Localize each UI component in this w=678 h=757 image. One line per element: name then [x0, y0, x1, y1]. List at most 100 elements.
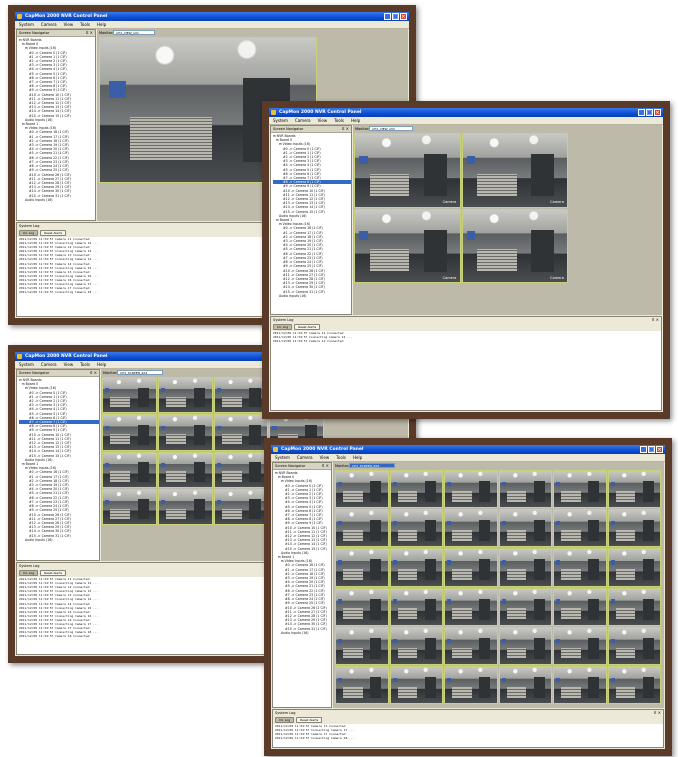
camera-view[interactable]	[102, 414, 157, 451]
menu-tools[interactable]: Tools	[80, 22, 90, 27]
camera-view[interactable]	[607, 470, 661, 509]
camera-view[interactable]	[607, 626, 661, 665]
close-button[interactable]: ×	[654, 109, 661, 116]
camera-view[interactable]: Camera	[354, 133, 461, 208]
camera-view[interactable]	[335, 587, 389, 626]
close-button[interactable]: ×	[656, 446, 663, 453]
camera-view[interactable]	[335, 470, 389, 509]
camera-view[interactable]: Camera	[461, 133, 568, 208]
camera-view[interactable]	[213, 377, 269, 414]
monitor-select[interactable]: CH1_VIEW_2X2	[369, 126, 413, 131]
camera-view[interactable]	[213, 488, 269, 525]
camera-view[interactable]	[553, 509, 607, 548]
navigator-pin-icon[interactable]: ¤ ×	[86, 30, 93, 36]
menu-tools[interactable]: Tools	[336, 455, 346, 460]
camera-view[interactable]	[335, 548, 389, 587]
menu-help[interactable]: Help	[351, 118, 360, 123]
camera-view[interactable]	[444, 665, 498, 704]
minimize-button[interactable]: _	[384, 13, 391, 20]
camera-view[interactable]	[157, 414, 213, 451]
menu-view[interactable]: View	[64, 22, 74, 27]
camera-view[interactable]	[102, 488, 157, 525]
camera-view[interactable]	[389, 665, 443, 704]
clear-log-button[interactable]: Clr. Log	[19, 230, 39, 236]
camera-view[interactable]	[444, 548, 498, 587]
menu-system[interactable]: System	[273, 118, 288, 123]
title-bar[interactable]: CapMon 2000 NVR Control Panel _□×	[269, 108, 663, 117]
menu-view[interactable]: View	[320, 455, 330, 460]
camera-view[interactable]	[213, 414, 269, 451]
camera-view[interactable]	[498, 470, 552, 509]
log-pin-icon[interactable]: ¤ ×	[652, 317, 659, 323]
tree-node-audio-inputs[interactable]: Audio Inputs (16)	[273, 294, 351, 298]
log-pin-icon[interactable]: ¤ ×	[654, 710, 661, 716]
monitor-select[interactable]: CH1_SCREEN_4X4	[117, 370, 163, 375]
camera-view[interactable]	[498, 509, 552, 548]
camera-view[interactable]	[607, 548, 661, 587]
camera-view[interactable]	[213, 451, 269, 488]
camera-view[interactable]	[607, 587, 661, 626]
tree-node-audio-inputs[interactable]: Audio Inputs (16)	[19, 538, 99, 542]
menu-help[interactable]: Help	[97, 22, 106, 27]
camera-view[interactable]	[157, 377, 213, 414]
reset-alerts-button[interactable]: Reset Alerts	[296, 717, 323, 723]
maximize-button[interactable]: □	[392, 13, 399, 20]
camera-view[interactable]	[389, 548, 443, 587]
camera-view[interactable]	[102, 451, 157, 488]
camera-view[interactable]	[553, 626, 607, 665]
menu-tools[interactable]: Tools	[80, 362, 90, 367]
camera-view[interactable]	[389, 470, 443, 509]
close-button[interactable]: ×	[400, 13, 407, 20]
title-bar[interactable]: CapMon 2000 NVR Control Panel _□×	[15, 12, 409, 21]
camera-view[interactable]	[157, 488, 213, 525]
camera-view[interactable]	[335, 509, 389, 548]
menu-help[interactable]: Help	[353, 455, 362, 460]
minimize-button[interactable]: _	[640, 446, 647, 453]
camera-view[interactable]	[444, 509, 498, 548]
menu-help[interactable]: Help	[97, 362, 106, 367]
menu-system[interactable]: System	[19, 362, 34, 367]
camera-view[interactable]	[157, 451, 213, 488]
menu-system[interactable]: System	[275, 455, 290, 460]
camera-view[interactable]	[444, 626, 498, 665]
menu-camera[interactable]: Camera	[41, 22, 57, 27]
clear-log-button[interactable]: Clr. Log	[275, 717, 295, 723]
clear-log-button[interactable]: Clr. Log	[273, 324, 293, 330]
menu-tools[interactable]: Tools	[334, 118, 344, 123]
camera-view[interactable]	[389, 509, 443, 548]
camera-view[interactable]	[498, 587, 552, 626]
maximize-button[interactable]: □	[648, 446, 655, 453]
camera-view[interactable]	[389, 587, 443, 626]
camera-view[interactable]	[498, 665, 552, 704]
camera-view[interactable]	[553, 470, 607, 509]
menu-camera[interactable]: Camera	[41, 362, 57, 367]
minimize-button[interactable]: _	[638, 109, 645, 116]
camera-view[interactable]: Camera	[461, 208, 568, 283]
camera-view[interactable]	[335, 665, 389, 704]
camera-view[interactable]	[607, 665, 661, 704]
title-bar[interactable]: CapMon 2000 NVR Control Panel _□×	[271, 445, 665, 454]
camera-view[interactable]	[498, 548, 552, 587]
clear-log-button[interactable]: Clr. Log	[19, 570, 39, 576]
camera-view[interactable]	[444, 470, 498, 509]
monitor-select[interactable]: CH1_VIEW_1X1	[113, 30, 155, 35]
camera-view[interactable]	[335, 626, 389, 665]
navigator-pin-icon[interactable]: ¤ ×	[322, 463, 329, 469]
tree-node-audio-inputs[interactable]: Audio Inputs (16)	[275, 631, 331, 635]
reset-alerts-button[interactable]: Reset Alerts	[294, 324, 321, 330]
navigator-pin-icon[interactable]: ¤ ×	[342, 126, 349, 132]
camera-view[interactable]	[553, 665, 607, 704]
maximize-button[interactable]: □	[646, 109, 653, 116]
camera-view[interactable]	[444, 587, 498, 626]
navigator-pin-icon[interactable]: ¤ ×	[90, 370, 97, 376]
reset-alerts-button[interactable]: Reset Alerts	[40, 230, 67, 236]
camera-view[interactable]	[553, 587, 607, 626]
monitor-select[interactable]: CH1_SCREEN_6X6	[349, 463, 395, 468]
menu-camera[interactable]: Camera	[295, 118, 311, 123]
menu-view[interactable]: View	[64, 362, 74, 367]
camera-view[interactable]	[498, 626, 552, 665]
camera-view[interactable]	[607, 509, 661, 548]
menu-system[interactable]: System	[19, 22, 34, 27]
menu-view[interactable]: View	[318, 118, 328, 123]
reset-alerts-button[interactable]: Reset Alerts	[40, 570, 67, 576]
